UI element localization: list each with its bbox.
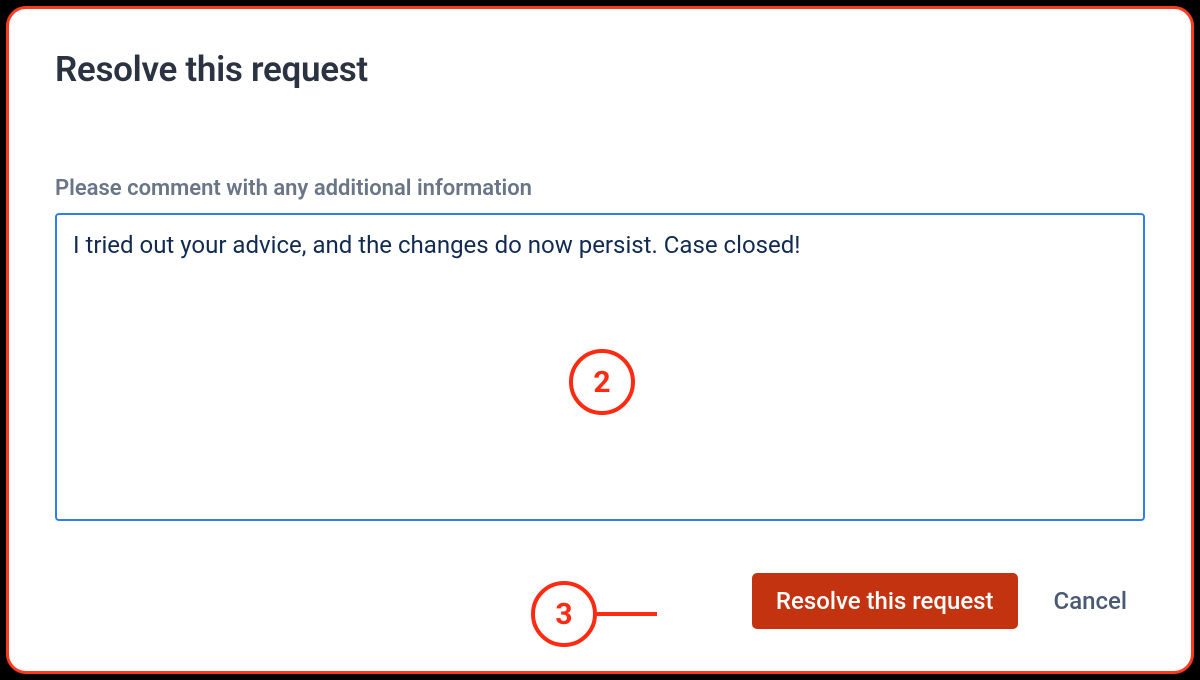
comment-field-label: Please comment with any additional infor… [55,176,1145,201]
dialog-title: Resolve this request [55,49,1145,90]
resolve-button[interactable]: Resolve this request [752,573,1018,629]
dialog-button-row: Resolve this request Cancel [55,573,1145,629]
comment-input[interactable] [55,213,1145,521]
cancel-button[interactable]: Cancel [1054,587,1127,615]
resolve-request-dialog: Resolve this request Please comment with… [6,6,1194,674]
